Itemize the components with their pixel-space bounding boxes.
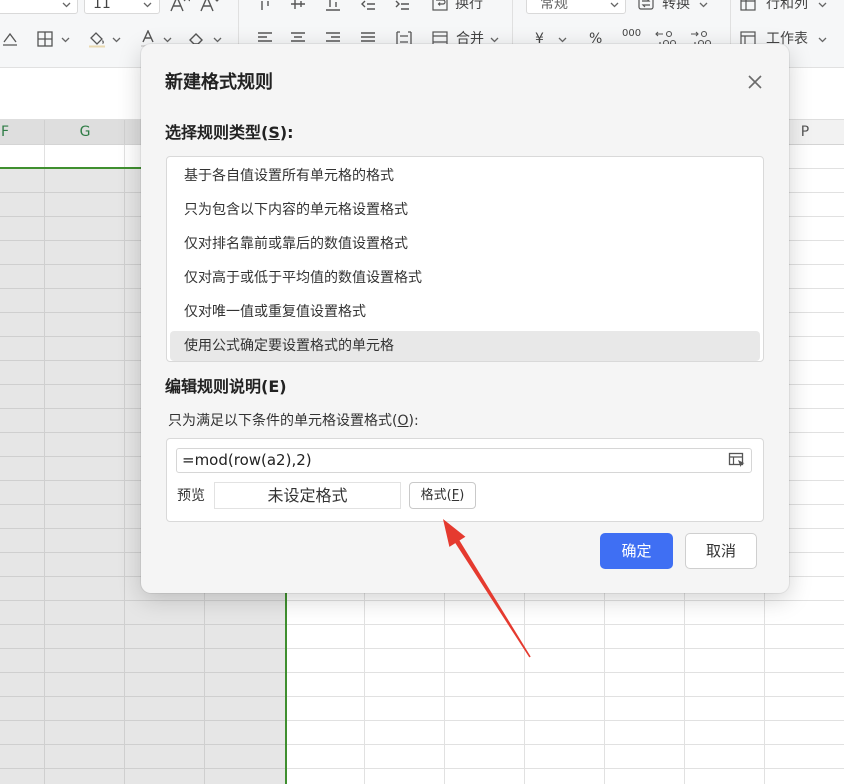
condition-label-text: 只为满足以下条件的单元格设置格式( [168, 413, 398, 429]
format-button-text: 格式( [420, 488, 452, 503]
rule-type-item[interactable]: 仅对排名靠前或靠后的数值设置格式 [170, 229, 760, 259]
formula-input-value: =mod(row(a2),2) [182, 451, 312, 469]
thousands-separator-button[interactable]: 000 [622, 27, 641, 41]
increase-indent-icon[interactable] [394, 0, 410, 12]
rule-type-label-suffix: ): [279, 123, 294, 142]
new-format-rule-dialog: 新建格式规则 选择规则类型(S): 基于各自值设置所有单元格的格式 只为包含以下内… [141, 44, 789, 593]
rule-type-list[interactable]: 基于各自值设置所有单元格的格式 只为包含以下内容的单元格设置格式 仅对排名靠前或靠后… [166, 156, 764, 362]
wrap-text-label[interactable]: 换行 [455, 0, 483, 16]
increase-font-size-icon[interactable] [170, 0, 190, 12]
rule-type-label-text: 选择规则类型( [165, 123, 269, 142]
cancel-button[interactable]: 取消 [685, 533, 757, 569]
edit-rule-label: 编辑规则说明(E) [165, 377, 287, 396]
chevron-down-icon[interactable] [163, 37, 172, 43]
rule-type-item[interactable]: 使用公式确定要设置格式的单元格 [170, 331, 760, 361]
chevron-down-icon[interactable] [213, 37, 222, 43]
rule-description-panel: =mod(row(a2),2) 预览 未设定格式 格式(F) [166, 438, 764, 522]
align-middle-icon[interactable] [290, 0, 306, 12]
column-header-g[interactable]: G [45, 120, 125, 144]
decrease-indent-icon[interactable] [360, 0, 376, 12]
chevron-down-icon [699, 2, 708, 8]
fill-color-icon[interactable] [88, 30, 106, 48]
chevron-down-icon[interactable] [61, 37, 70, 43]
rule-type-label: 选择规则类型(S): [165, 122, 294, 144]
text-effect-icon[interactable] [2, 31, 18, 47]
align-bottom-icon[interactable] [325, 0, 341, 12]
condition-label-suffix: ): [408, 413, 419, 429]
range-select-icon[interactable] [728, 452, 746, 469]
condition-label: 只为满足以下条件的单元格设置格式(O): [168, 411, 419, 431]
format-preview: 未设定格式 [214, 482, 401, 509]
rule-type-item[interactable]: 基于各自值设置所有单元格的格式 [170, 161, 760, 191]
chevron-down-icon [62, 2, 71, 8]
number-format-value: 常规 [540, 0, 568, 12]
align-top-icon[interactable] [257, 0, 273, 12]
format-button[interactable]: 格式(F) [409, 482, 476, 509]
format-button-suffix: ) [459, 488, 465, 503]
close-button[interactable] [743, 70, 767, 94]
wrap-text-icon[interactable] [432, 0, 448, 11]
chevron-down-icon[interactable] [818, 37, 827, 43]
rows-columns-label[interactable]: 行和列 [766, 0, 808, 16]
convert-icon[interactable] [638, 0, 654, 11]
preview-label: 预览 [177, 488, 205, 504]
column-header-f[interactable]: F [0, 120, 45, 144]
rows-columns-icon[interactable] [740, 0, 756, 11]
condition-label-key: O [397, 413, 409, 429]
chevron-down-icon [143, 2, 152, 8]
close-icon [748, 75, 762, 89]
chevron-down-icon [610, 2, 619, 8]
decrease-font-size-icon[interactable] [200, 0, 220, 12]
rule-type-label-key: S [268, 123, 280, 142]
convert-label[interactable]: 转换 [662, 0, 690, 16]
borders-icon[interactable] [37, 31, 53, 47]
chevron-down-icon [818, 2, 827, 8]
chevron-down-icon[interactable] [112, 37, 121, 43]
rule-type-item[interactable]: 仅对高于或低于平均值的数值设置格式 [170, 263, 760, 293]
chevron-down-icon[interactable] [558, 37, 567, 43]
font-size-value: 11 [93, 0, 111, 12]
rule-type-item[interactable]: 只为包含以下内容的单元格设置格式 [170, 195, 760, 225]
dialog-title: 新建格式规则 [165, 72, 273, 93]
ok-button[interactable]: 确定 [600, 533, 673, 569]
chevron-down-icon[interactable] [490, 37, 499, 43]
formula-input[interactable]: =mod(row(a2),2) [176, 448, 752, 473]
rule-type-item[interactable]: 仅对唯一值或重复值设置格式 [170, 297, 760, 327]
